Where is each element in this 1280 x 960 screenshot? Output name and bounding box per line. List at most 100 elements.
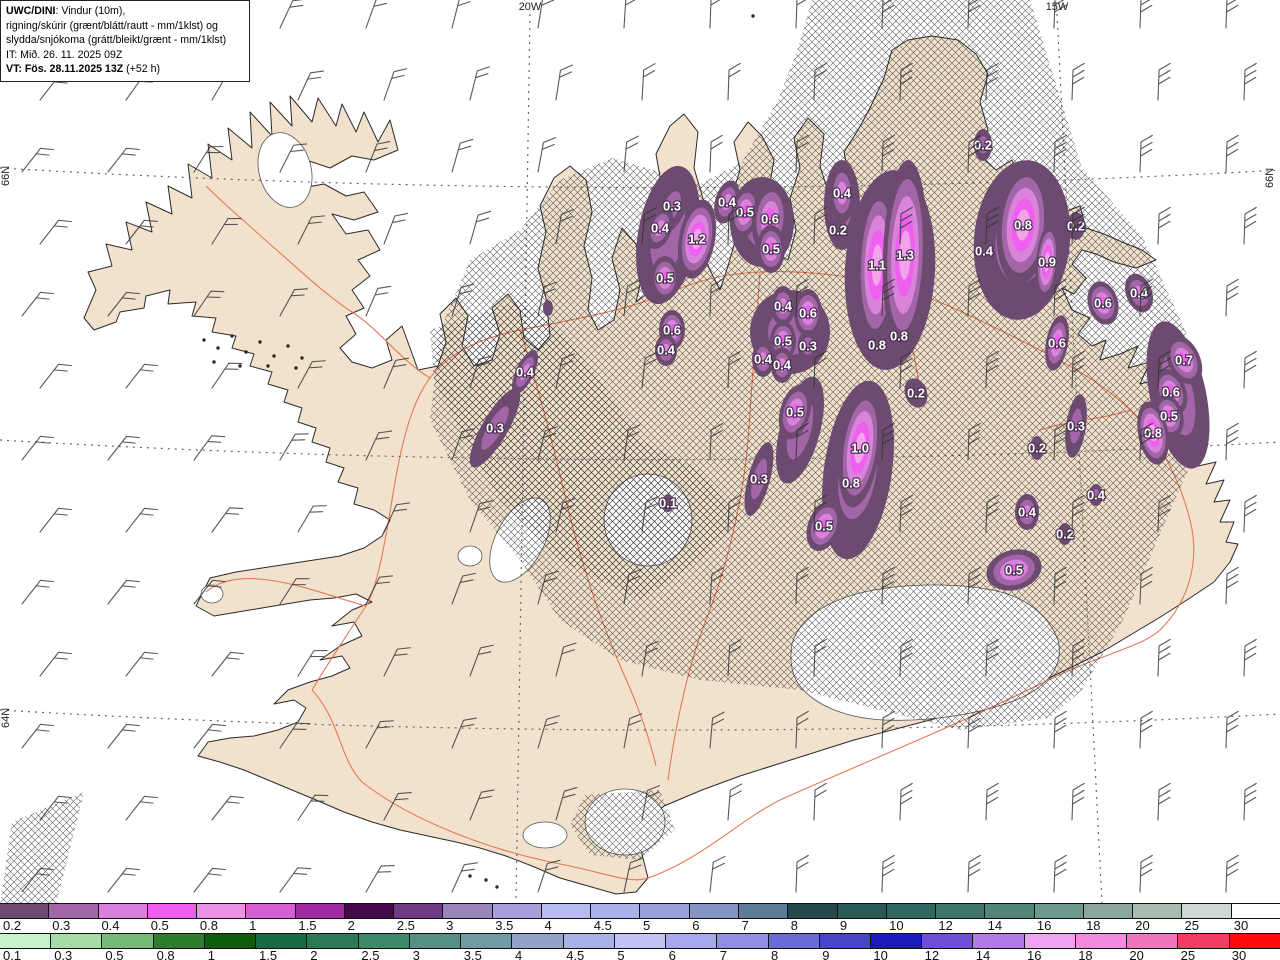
colorbar-tick-label: 3 <box>412 948 420 960</box>
colorbar-tick-label: 14 <box>975 948 991 960</box>
colorbar-tick-label: 25 <box>1184 918 1199 933</box>
islet <box>286 344 290 348</box>
colorbar-tick-label: 12 <box>938 918 953 933</box>
colorbar-cell <box>613 934 666 948</box>
colorbar-tick-label: 16 <box>1027 948 1042 960</box>
colorbar-tick-label: 1.5 <box>259 948 278 960</box>
colorbar-tick-label: 7 <box>719 948 728 960</box>
colorbar-tick-label: 20 <box>1135 918 1150 933</box>
colorbar-cell <box>306 934 358 948</box>
precip-value-label: 0.5 <box>656 271 674 286</box>
islet <box>272 354 276 358</box>
precip-value-label: 0.4 <box>773 358 792 373</box>
colorbar-tick-label: 0.5 <box>105 948 124 960</box>
colorbar-tick-label: 4 <box>515 948 523 960</box>
islet <box>238 364 242 368</box>
precip-value-label: 0.4 <box>651 221 670 236</box>
colorbar-cell <box>1228 934 1280 948</box>
colorbar-cell <box>442 904 492 918</box>
colorbar-tick-label: 6 <box>692 918 700 933</box>
longitude-label: 20W <box>519 1 542 13</box>
colorbar-cell <box>50 934 102 948</box>
precip-value-label: 0.4 <box>657 343 676 358</box>
colorbar-cell <box>787 904 837 918</box>
colorbar-tick-label: 0.8 <box>156 948 175 960</box>
colorbar-cell <box>357 934 409 948</box>
legend-line-2: rigning/skúrir (grænt/blátt/rautt - mm/1… <box>6 19 218 32</box>
precip-value-label: 0.6 <box>663 323 681 338</box>
colorbar-cell <box>639 904 689 918</box>
colorbar-cell <box>491 904 541 918</box>
colorbar-cell <box>0 934 51 948</box>
colorbar-tick-label: 1 <box>207 948 216 960</box>
colorbar-cell <box>1033 904 1083 918</box>
product-name: UWC/DINI <box>6 5 56 17</box>
colorbar-tick-label: 1 <box>249 918 257 933</box>
colorbar-cell <box>1181 904 1231 918</box>
weather-chart-page: 0.3 0.4 1.2 0.4 0.5 0.6 0.5 0.4 0.2 1.1 1.3 0.8 0.8 0… <box>0 0 1280 960</box>
legend-valid-time: VT: Fös. 28.11.2025 13Z (+52 h) <box>6 63 160 76</box>
colorbar-cell <box>984 904 1034 918</box>
colorbar-cell <box>97 904 147 918</box>
snow-scale-bar <box>0 903 1280 919</box>
precip-value-label: 1.3 <box>896 248 914 263</box>
colorbar-tick-label: 8 <box>790 918 798 933</box>
legend-line-3: slydda/snjókoma (grátt/bleikt/grænt - mm… <box>6 34 227 47</box>
latitude-label: 64N <box>0 708 12 728</box>
colorbar-tick-label: 30 <box>1231 948 1247 960</box>
colorbar-tick-label: 7 <box>741 918 749 933</box>
colorbar-tick-label: 3 <box>446 918 454 933</box>
colorbar-cell <box>1082 904 1133 918</box>
precip-value-label: 0.4 <box>1018 505 1037 520</box>
colorbar-cell <box>1230 904 1280 918</box>
colorbar-cell <box>294 904 344 918</box>
precip-value-label: 0.8 <box>868 338 886 353</box>
colorbar-tick-label: 25 <box>1180 948 1196 960</box>
colorbar-tick-label: 10 <box>889 918 904 933</box>
islet <box>202 338 206 342</box>
colorbar-tick-label: 0.8 <box>199 918 218 933</box>
colorbar-section: 0.2 0.3 0.4 0.5 0.8 1 1.5 2 2.5 3 3.5 4 4.5 5 6 7 8 9 10 12… <box>0 903 1280 960</box>
colorbar-tick-label: 8 <box>771 948 779 960</box>
colorbar-tick-label: 0.2 <box>3 918 22 933</box>
legend-box: UWC/DINI: Vindur (10m), rigning/skúrir (… <box>0 0 250 82</box>
colorbar-cell <box>1177 934 1229 948</box>
colorbar-tick-label: 16 <box>1036 918 1052 933</box>
colorbar-tick-label: 5 <box>617 948 625 960</box>
precip-value-label: 0.5 <box>1005 563 1023 578</box>
colorbar-tick-label: 2 <box>310 948 318 960</box>
precip-value-label: 0.5 <box>736 205 754 220</box>
precip-value-label: 1.0 <box>851 441 869 456</box>
precip-value-label: 1.1 <box>868 258 886 273</box>
colorbar-tick-label: 0.5 <box>150 918 169 933</box>
colorbar-tick-label: 12 <box>924 948 940 960</box>
colorbar-tick-label: 0.1 <box>3 948 22 960</box>
precip-value-label: 0.4 <box>718 195 737 210</box>
colorbar-cell <box>767 934 819 948</box>
precip-value-label: 0.5 <box>762 242 780 257</box>
precip-value-label: 0.1 <box>659 496 677 511</box>
colorbar-cell <box>1023 934 1075 948</box>
precip-value-label: 0.2 <box>1028 441 1046 456</box>
colorbar-tick-label: 5 <box>643 918 651 933</box>
islet <box>216 346 220 350</box>
colorbar-cell <box>935 904 985 918</box>
latitude-label: 66N <box>1264 168 1276 188</box>
precip-value-label: 0.8 <box>842 476 860 491</box>
colorbar-cell <box>48 904 98 918</box>
precip-value-label: 0.2 <box>907 386 925 401</box>
islet <box>230 334 234 338</box>
precip-value-label: 0.5 <box>815 519 833 534</box>
colorbar-cell <box>511 934 563 948</box>
precip-value-label: 0.5 <box>786 405 804 420</box>
colorbar-cell <box>818 934 870 948</box>
islet <box>300 356 304 360</box>
colorbar-tick-label: 2.5 <box>361 948 380 960</box>
colorbar-tick-label: 3.5 <box>495 918 514 933</box>
colorbar-cell <box>203 934 256 948</box>
colorbar-cell <box>737 904 788 918</box>
colorbar-cell <box>921 934 973 948</box>
glacier <box>522 821 568 849</box>
precip-value-label: 0.2 <box>1056 527 1074 542</box>
legend-init-time: IT: Mið. 26. 11. 2025 09Z <box>6 48 123 61</box>
